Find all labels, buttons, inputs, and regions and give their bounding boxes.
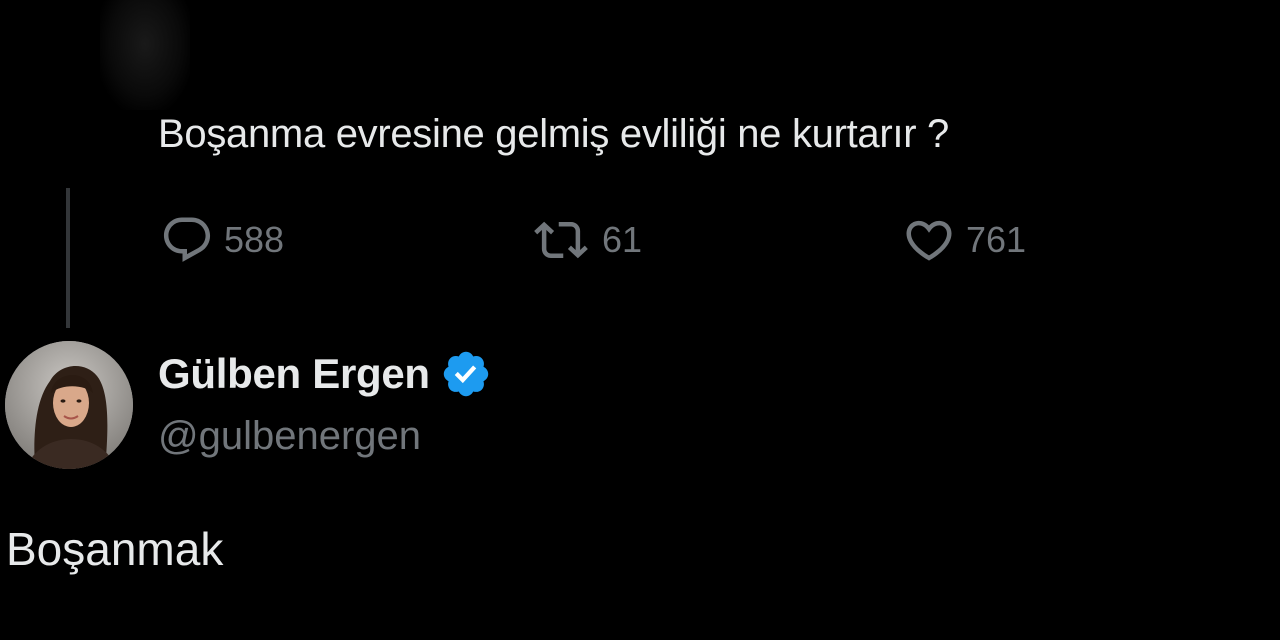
author-handle[interactable]: @gulbenergen [158,414,421,459]
reply-tweet-text: Boşanmak [6,523,224,575]
author-name-row: Gülben Ergen [158,344,492,404]
reply-icon [160,213,214,267]
avatar-photo [5,341,133,469]
thread-connector-line [66,188,70,328]
avatar[interactable] [5,341,133,469]
verified-badge-icon [440,348,492,400]
parent-tweet-actions: 588 61 761 [158,212,1158,268]
like-count: 761 [966,219,1027,260]
reply-button[interactable]: 588 [160,212,284,268]
heart-icon [902,213,956,267]
background-glow [100,0,190,110]
parent-tweet-text: Boşanma evresine gelmiş evliliği ne kurt… [158,112,949,156]
retweet-button[interactable]: 61 [530,212,642,268]
retweet-count: 61 [602,219,643,260]
retweet-icon [530,213,592,267]
reply-count: 588 [224,219,285,260]
author-display-name[interactable]: Gülben Ergen [158,350,430,398]
tweet-thread: Boşanma evresine gelmiş evliliği ne kurt… [0,0,1280,640]
like-button[interactable]: 761 [902,212,1026,268]
